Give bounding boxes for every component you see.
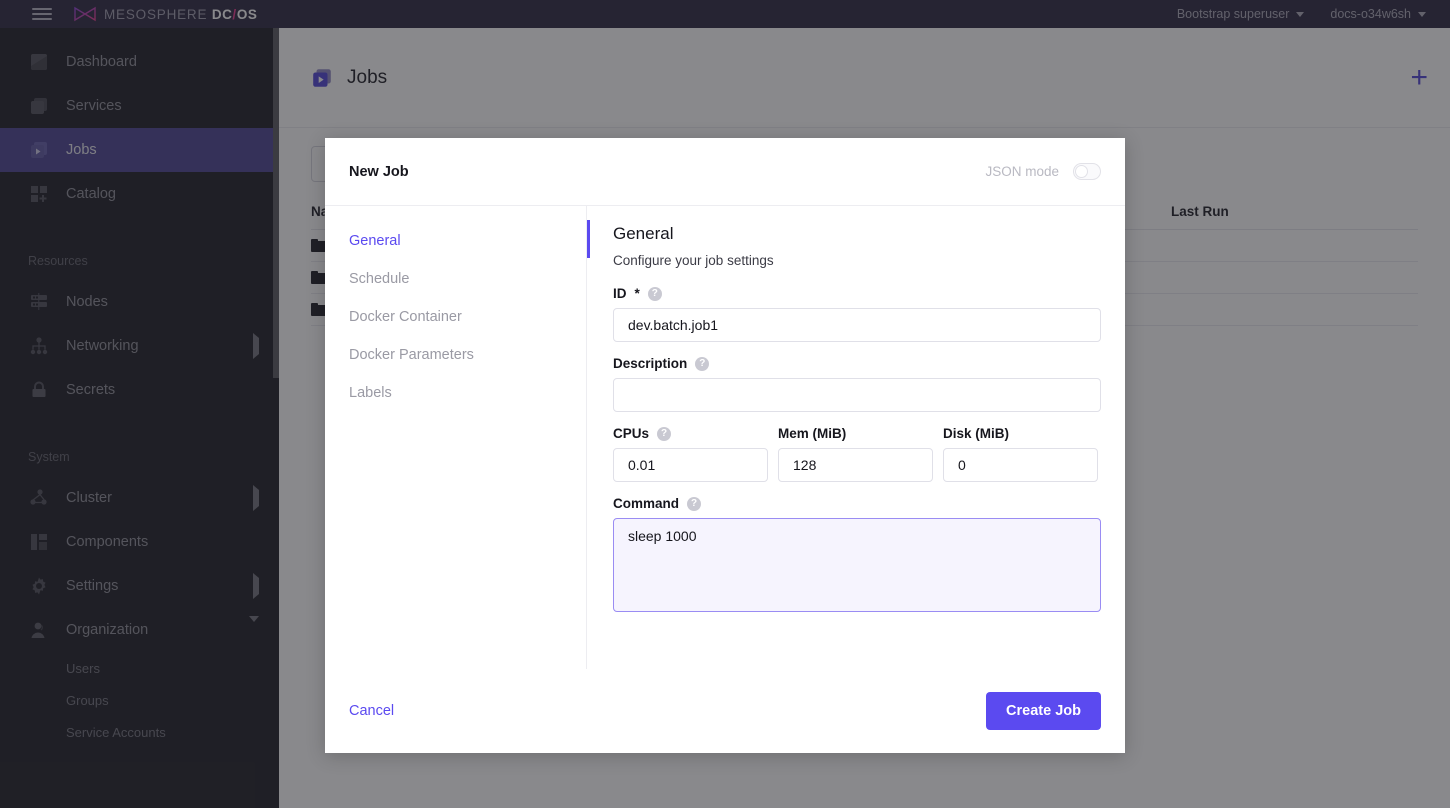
required-marker: * xyxy=(634,286,640,301)
field-command: Command ? sleep 1000 xyxy=(613,496,1101,617)
field-label-id-text: ID xyxy=(613,286,627,301)
dialog-nav: General Schedule Docker Container Docker… xyxy=(325,206,587,669)
help-icon[interactable]: ? xyxy=(657,426,672,441)
app-root: MESOSPHERE DC/OS Bootstrap superuser doc… xyxy=(0,0,1450,808)
help-icon[interactable]: ? xyxy=(695,356,710,371)
field-label-mem: Mem (MiB) xyxy=(778,426,933,441)
resources-row: CPUs ? Mem (MiB) Disk (MiB) xyxy=(613,426,1101,482)
field-label-cpus-text: CPUs xyxy=(613,426,650,441)
json-mode-group: JSON mode xyxy=(985,163,1101,180)
dialog-title: New Job xyxy=(349,163,409,180)
field-disk: Disk (MiB) xyxy=(943,426,1098,482)
active-section-accent-bar xyxy=(587,220,590,258)
json-mode-label: JSON mode xyxy=(985,164,1059,179)
field-label-description-text: Description xyxy=(613,356,688,371)
field-mem: Mem (MiB) xyxy=(778,426,933,482)
field-label-cpus: CPUs ? xyxy=(613,426,768,441)
section-heading: General xyxy=(613,224,674,243)
dialog-tab-general[interactable]: General xyxy=(349,222,586,260)
field-description: Description ? xyxy=(613,356,1101,412)
id-input[interactable] xyxy=(613,308,1101,342)
field-label-description: Description ? xyxy=(613,356,1101,371)
json-mode-toggle[interactable] xyxy=(1073,163,1101,180)
field-label-command: Command ? xyxy=(613,496,1101,511)
dialog-tab-docker-parameters[interactable]: Docker Parameters xyxy=(349,336,586,374)
field-id: ID * ? xyxy=(613,286,1101,342)
cancel-button[interactable]: Cancel xyxy=(349,703,394,719)
dialog-footer: Cancel Create Job xyxy=(325,669,1125,753)
new-job-dialog: New Job JSON mode General Schedule Docke… xyxy=(325,138,1125,753)
field-cpus: CPUs ? xyxy=(613,426,768,482)
section-subheading: Configure your job settings xyxy=(613,253,774,268)
help-icon[interactable]: ? xyxy=(687,496,702,511)
field-label-disk: Disk (MiB) xyxy=(943,426,1098,441)
help-icon[interactable]: ? xyxy=(647,286,662,301)
command-textarea[interactable]: sleep 1000 xyxy=(613,518,1101,612)
disk-input[interactable] xyxy=(943,448,1098,482)
dialog-body: General Schedule Docker Container Docker… xyxy=(325,206,1125,669)
dialog-tab-schedule[interactable]: Schedule xyxy=(349,260,586,298)
dialog-tab-docker-container[interactable]: Docker Container xyxy=(349,298,586,336)
description-input[interactable] xyxy=(613,378,1101,412)
create-job-button[interactable]: Create Job xyxy=(986,692,1101,730)
toggle-knob xyxy=(1075,165,1088,178)
cpus-input[interactable] xyxy=(613,448,768,482)
dialog-tab-labels[interactable]: Labels xyxy=(349,374,586,412)
dialog-pane-general: General Configure your job settings ID *… xyxy=(587,206,1125,669)
mem-input[interactable] xyxy=(778,448,933,482)
field-label-id: ID * ? xyxy=(613,286,1101,301)
field-label-disk-text: Disk (MiB) xyxy=(943,426,1010,441)
dialog-header: New Job JSON mode xyxy=(325,138,1125,206)
field-label-mem-text: Mem (MiB) xyxy=(778,426,847,441)
field-label-command-text: Command xyxy=(613,496,680,511)
